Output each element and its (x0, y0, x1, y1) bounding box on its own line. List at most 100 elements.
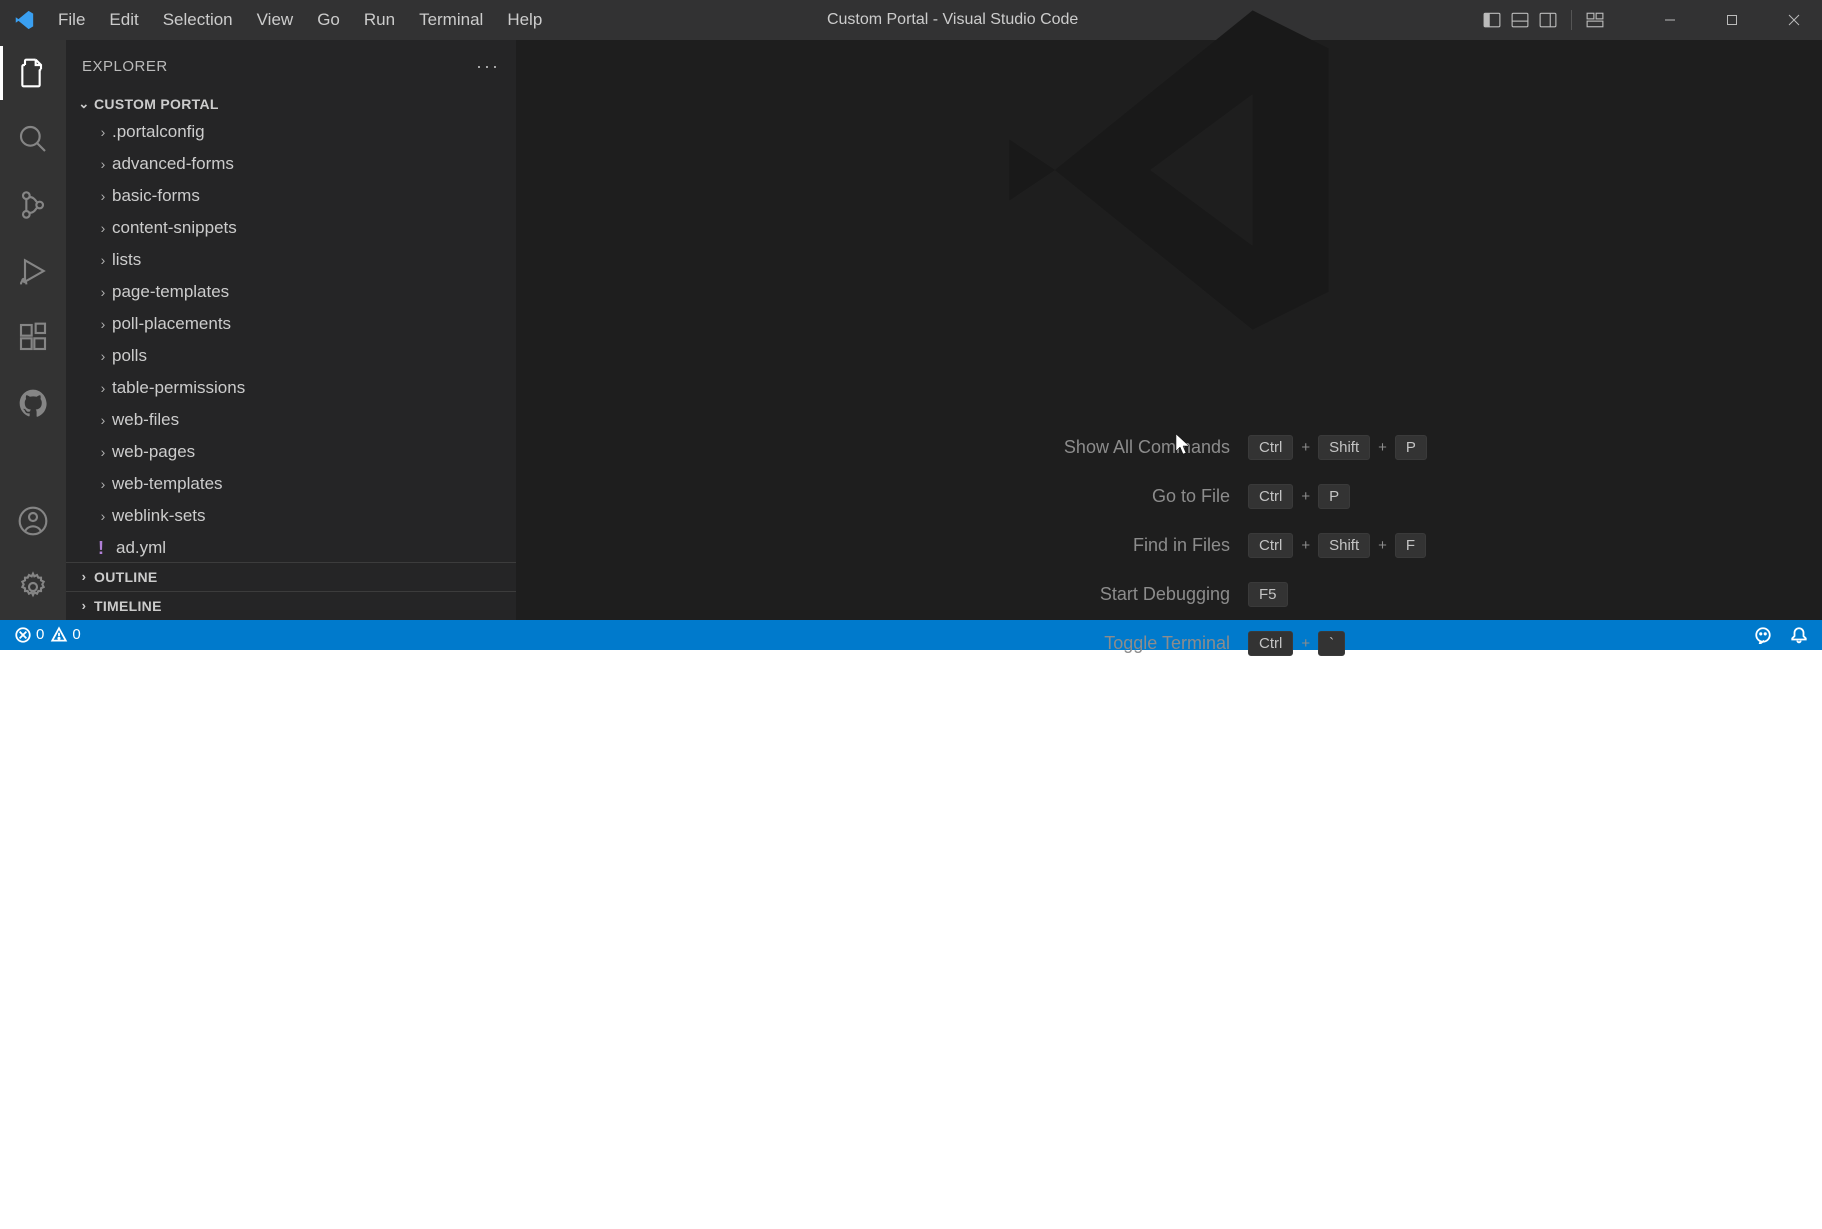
explorer-header: EXPLORER ··· (66, 40, 516, 92)
explorer-more-icon[interactable]: ··· (476, 56, 500, 77)
toggle-panel-icon[interactable] (1509, 9, 1531, 31)
shortcut-row: Go to FileCtrl+P (830, 484, 1508, 509)
menu-edit[interactable]: Edit (97, 0, 150, 40)
chevron-right-icon: › (94, 348, 112, 364)
workspace-root[interactable]: ⌄ CUSTOM PORTAL (66, 92, 516, 116)
activity-source-control[interactable] (0, 172, 66, 238)
chevron-right-icon: › (94, 316, 112, 332)
status-feedback-icon[interactable] (1754, 626, 1772, 644)
folder-item[interactable]: ›page-templates (66, 276, 516, 308)
folder-name: web-templates (112, 474, 223, 494)
status-warnings[interactable]: 0 (50, 626, 80, 644)
chevron-down-icon: ⌄ (74, 96, 94, 112)
menu-file[interactable]: File (46, 0, 97, 40)
activity-explorer[interactable] (0, 40, 66, 106)
plus-separator: + (1301, 537, 1310, 554)
chevron-right-icon: › (94, 284, 112, 300)
key: Ctrl (1248, 484, 1293, 509)
activity-bar (0, 40, 66, 620)
chevron-right-icon: › (74, 569, 94, 584)
editor-area: Show All Commands Ctrl + Shift + P Go to File C… (516, 40, 1822, 620)
plus-separator: + (1378, 439, 1387, 456)
shortcut-keys: F5 (1248, 582, 1508, 607)
status-errors[interactable]: 0 (14, 626, 44, 644)
folder-name: web-files (112, 410, 179, 430)
activity-extensions[interactable] (0, 304, 66, 370)
key: Ctrl (1248, 435, 1293, 460)
customize-layout-icon[interactable] (1584, 9, 1606, 31)
folder-name: web-pages (112, 442, 195, 462)
folder-name: page-templates (112, 282, 229, 302)
file-item[interactable]: ! ad.yml (66, 532, 516, 562)
plus-separator: + (1301, 488, 1310, 505)
shortcut-label: Go to File (830, 486, 1230, 507)
shortcut-keys: Ctrl+Shift+P (1248, 435, 1508, 460)
image-background (0, 650, 1822, 1229)
shortcut-label: Show All Commands (830, 437, 1230, 458)
key: F (1395, 533, 1426, 558)
folder-item[interactable]: ›web-files (66, 404, 516, 436)
shortcut-row: Show All CommandsCtrl+Shift+P (830, 435, 1508, 460)
vscode-watermark-icon (979, 0, 1359, 365)
workspace-root-label: CUSTOM PORTAL (94, 96, 219, 112)
key: Shift (1318, 533, 1370, 558)
minimize-button[interactable] (1642, 0, 1698, 40)
chevron-right-icon: › (94, 188, 112, 204)
menu-go[interactable]: Go (305, 0, 352, 40)
folder-item[interactable]: ›.portalconfig (66, 116, 516, 148)
folder-item[interactable]: ›advanced-forms (66, 148, 516, 180)
chevron-right-icon: › (94, 380, 112, 396)
vscode-logo-icon (12, 8, 36, 32)
chevron-right-icon: › (94, 252, 112, 268)
menu-selection[interactable]: Selection (151, 0, 245, 40)
chevron-right-icon: › (94, 444, 112, 460)
activity-accounts[interactable] (0, 488, 66, 554)
file-name: ad.yml (116, 538, 166, 558)
menu-run[interactable]: Run (352, 0, 407, 40)
key: F5 (1248, 582, 1288, 607)
folder-item[interactable]: ›weblink-sets (66, 500, 516, 532)
timeline-section[interactable]: › TIMELINE (66, 592, 516, 620)
folder-item[interactable]: ›polls (66, 340, 516, 372)
activity-github[interactable] (0, 370, 66, 436)
toggle-secondary-sidebar-icon[interactable] (1537, 9, 1559, 31)
folder-item[interactable]: ›lists (66, 244, 516, 276)
chevron-right-icon: › (74, 598, 94, 613)
key: P (1395, 435, 1427, 460)
shortcut-keys: Ctrl+Shift+F (1248, 533, 1508, 558)
outline-section[interactable]: › OUTLINE (66, 563, 516, 591)
chevron-right-icon: › (94, 124, 112, 140)
outline-label: OUTLINE (94, 569, 158, 585)
key: Shift (1318, 435, 1370, 460)
folder-name: polls (112, 346, 147, 366)
folder-item[interactable]: ›basic-forms (66, 180, 516, 212)
folder-name: weblink-sets (112, 506, 206, 526)
folder-item[interactable]: ›content-snippets (66, 212, 516, 244)
status-bell-icon[interactable] (1790, 626, 1808, 644)
activity-run-debug[interactable] (0, 238, 66, 304)
close-button[interactable] (1766, 0, 1822, 40)
key: Ctrl (1248, 533, 1293, 558)
explorer-sidebar: EXPLORER ··· ⌄ CUSTOM PORTAL ›.portalcon… (66, 40, 516, 620)
shortcut-keys: Ctrl+` (1248, 631, 1508, 656)
folder-name: table-permissions (112, 378, 245, 398)
chevron-right-icon: › (94, 156, 112, 172)
folder-item[interactable]: ›web-pages (66, 436, 516, 468)
folder-name: advanced-forms (112, 154, 234, 174)
folder-item[interactable]: ›web-templates (66, 468, 516, 500)
status-error-count: 0 (36, 626, 44, 643)
folder-item[interactable]: ›poll-placements (66, 308, 516, 340)
maximize-button[interactable] (1704, 0, 1760, 40)
file-tree: ›.portalconfig›advanced-forms›basic-form… (66, 116, 516, 562)
chevron-right-icon: › (94, 508, 112, 524)
yaml-file-icon: ! (94, 538, 108, 559)
folder-name: content-snippets (112, 218, 237, 238)
chevron-right-icon: › (94, 220, 112, 236)
shortcut-row: Toggle TerminalCtrl+` (830, 631, 1508, 656)
menu-view[interactable]: View (245, 0, 306, 40)
activity-search[interactable] (0, 106, 66, 172)
activity-settings[interactable] (0, 554, 66, 620)
status-warning-count: 0 (72, 626, 80, 643)
shortcut-label: Start Debugging (830, 584, 1230, 605)
folder-item[interactable]: ›table-permissions (66, 372, 516, 404)
